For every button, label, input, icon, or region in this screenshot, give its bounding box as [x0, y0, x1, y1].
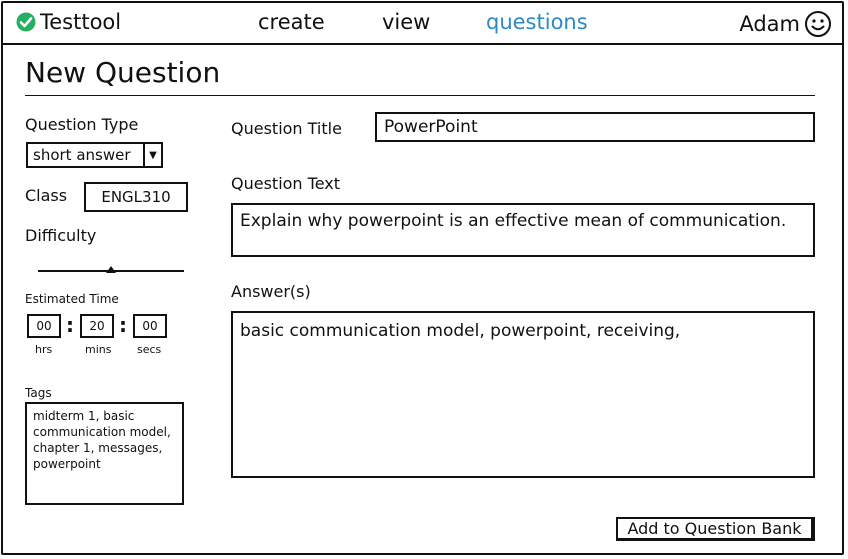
difficulty-slider-thumb[interactable]: [106, 266, 116, 273]
question-type-select[interactable]: short answer ▼: [26, 142, 163, 168]
nav-questions[interactable]: questions: [486, 10, 588, 34]
estimated-time-label: Estimated Time: [25, 292, 119, 306]
check-circle-icon: [16, 12, 36, 32]
tags-field[interactable]: midterm 1, basic communication model, ch…: [25, 402, 184, 505]
chevron-down-icon[interactable]: ▼: [143, 144, 161, 166]
answers-label: Answer(s): [231, 282, 311, 301]
add-to-question-bank-button[interactable]: Add to Question Bank: [616, 517, 815, 541]
time-separator: :: [66, 313, 74, 337]
question-text-label: Question Text: [231, 174, 341, 193]
question-title-label: Question Title: [231, 119, 342, 138]
question-type-value: short answer: [33, 146, 131, 164]
top-bar: Testtool create view questions Adam: [1, 1, 844, 45]
tags-label: Tags: [25, 386, 52, 400]
title-divider: [25, 95, 815, 96]
user-menu[interactable]: Adam: [739, 10, 832, 38]
smiley-icon: [805, 11, 831, 37]
difficulty-label: Difficulty: [25, 226, 97, 245]
page-title: New Question: [25, 56, 221, 89]
question-type-label: Question Type: [25, 115, 139, 134]
mins-label: mins: [85, 343, 112, 356]
question-text-field[interactable]: Explain why powerpoint is an effective m…: [231, 203, 815, 257]
hrs-label: hrs: [35, 343, 53, 356]
time-separator: :: [119, 313, 127, 337]
brand[interactable]: Testtool: [16, 11, 121, 33]
nav-view[interactable]: view: [382, 10, 430, 34]
seconds-field[interactable]: 00: [133, 314, 167, 338]
answers-field[interactable]: basic communication model, powerpoint, r…: [231, 311, 815, 478]
minutes-field[interactable]: 20: [80, 314, 114, 338]
hours-field[interactable]: 00: [27, 314, 61, 338]
class-label: Class: [25, 186, 68, 205]
user-name: Adam: [739, 12, 800, 36]
nav-create[interactable]: create: [258, 10, 325, 34]
class-field[interactable]: ENGL310: [84, 182, 188, 212]
app-name: Testtool: [40, 10, 122, 34]
secs-label: secs: [137, 343, 162, 356]
question-title-field[interactable]: PowerPoint: [375, 112, 815, 142]
